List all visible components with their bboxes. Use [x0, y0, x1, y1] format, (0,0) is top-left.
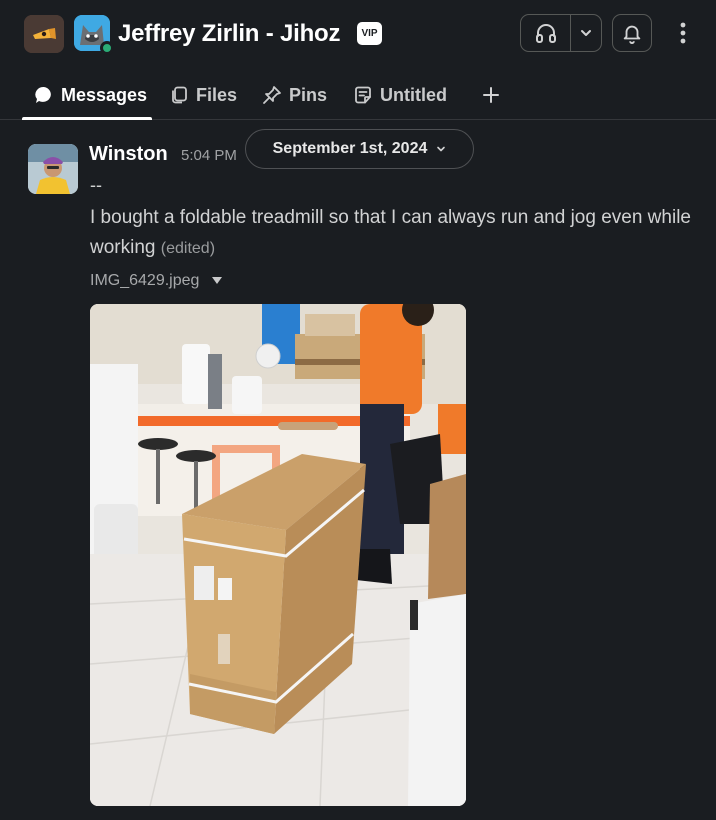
tab-untitled[interactable]: Untitled [353, 82, 447, 108]
message-line-dashes: -- [90, 175, 102, 195]
huddle-button-group [520, 14, 602, 52]
edited-label: (edited) [160, 240, 216, 257]
tab-messages[interactable]: Messages [34, 82, 147, 108]
headphones-icon[interactable] [521, 15, 571, 51]
chevron-down-icon[interactable] [571, 15, 601, 51]
attached-image[interactable] [90, 304, 466, 806]
caret-down-icon[interactable] [211, 276, 223, 286]
canvas-icon [353, 85, 373, 105]
vip-badge: VIP [357, 22, 382, 45]
tab-messages-label: Messages [61, 84, 148, 105]
channel-title[interactable]: Jeffrey Zirlin - Jihoz [118, 20, 341, 48]
fox-avatar-icon[interactable] [74, 15, 114, 55]
bell-icon[interactable] [612, 14, 652, 52]
files-icon [169, 85, 189, 105]
message-timestamp[interactable]: 5:04 PM [181, 147, 237, 164]
attachment-header[interactable]: IMG_6429.jpeg [90, 272, 223, 290]
tab-files-label: Files [196, 84, 238, 105]
attachment-file-name: IMG_6429.jpeg [90, 272, 200, 289]
channel-header: Jeffrey Zirlin - Jihoz VIP [0, 0, 716, 70]
avatar[interactable] [28, 144, 78, 194]
plus-icon[interactable] [478, 82, 504, 108]
presence-online-icon [100, 41, 114, 55]
more-vertical-icon[interactable] [668, 16, 698, 50]
date-divider-button[interactable]: September 1st, 2024 [245, 129, 474, 169]
tab-untitled-label: Untitled [380, 84, 447, 105]
message-sender[interactable]: Winston [89, 143, 168, 166]
date-divider-label: September 1st, 2024 [272, 140, 428, 157]
chevron-down-icon [436, 144, 446, 154]
tab-pins[interactable]: Pins [262, 82, 327, 108]
message-body: I bought a foldable treadmill so that I … [90, 203, 700, 264]
chat-bubble-icon [34, 85, 54, 105]
active-tab-indicator [22, 117, 152, 120]
pin-icon [262, 85, 282, 105]
tab-pins-label: Pins [289, 84, 328, 105]
channel-tabs: Messages Files Pins Untitled [0, 70, 716, 120]
cardboard-box-photo [90, 304, 466, 806]
workspace-logo-icon[interactable] [24, 15, 64, 53]
tab-files[interactable]: Files [169, 82, 237, 108]
